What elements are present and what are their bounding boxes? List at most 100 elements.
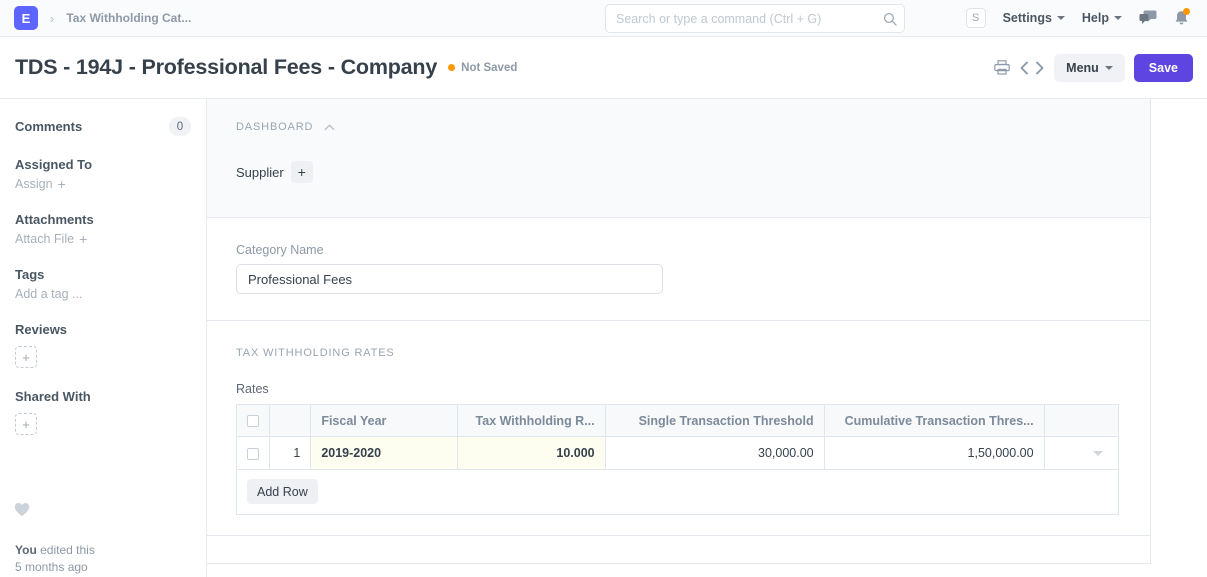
save-button[interactable]: Save (1134, 54, 1193, 82)
add-row-container: Add Row (236, 470, 1119, 515)
row-index-header (270, 405, 311, 437)
category-name-label: Category Name (236, 243, 1121, 257)
last-edited-info: You edited this 5 months ago (15, 542, 95, 577)
main-area: Comments 0 Assigned To Assign + Attachme… (0, 99, 1207, 577)
row-select-cell (237, 437, 270, 470)
chat-icon (1139, 10, 1157, 26)
row-checkbox[interactable] (247, 448, 259, 460)
notification-badge-dot (1183, 8, 1190, 15)
breadcrumb-item[interactable]: Tax Withholding Cat... (66, 11, 191, 25)
category-section: Category Name (207, 218, 1151, 321)
help-label: Help (1082, 11, 1109, 25)
tax-withholding-rates-section: TAX WITHHOLDING RATES Rates Fiscal Year … (207, 321, 1151, 536)
column-header-actions (1044, 405, 1118, 437)
previous-record-button[interactable] (1019, 61, 1030, 75)
plus-icon: + (79, 232, 87, 246)
column-header-fiscal-year[interactable]: Fiscal Year (311, 405, 458, 437)
next-record-button[interactable] (1034, 61, 1045, 75)
last-edited-time: 5 months ago (15, 560, 88, 574)
add-review-button[interactable]: + (15, 346, 37, 368)
reviews-label: Reviews (15, 322, 191, 337)
comments-count-badge: 0 (169, 117, 191, 136)
printer-icon (994, 60, 1010, 75)
chevron-down-icon (1105, 66, 1113, 70)
settings-menu[interactable]: Settings (1003, 11, 1065, 25)
help-menu[interactable]: Help (1082, 11, 1122, 25)
chevron-up-icon[interactable] (324, 122, 335, 133)
last-edited-action: edited this (37, 543, 95, 557)
cell-fiscal-year[interactable]: 2019-2020 (311, 437, 458, 470)
chevron-down-icon (1057, 16, 1065, 20)
breadcrumb-separator-icon: › (48, 12, 56, 25)
titlebar-actions: Menu Save (994, 54, 1193, 82)
cell-single-transaction-threshold[interactable]: 30,000.00 (605, 437, 824, 470)
sidebar-section-attachments: Attachments Attach File + (15, 212, 191, 246)
table-header-row: Fiscal Year Tax Withholding R... Single … (237, 405, 1119, 437)
select-all-checkbox[interactable] (247, 415, 259, 427)
menu-button[interactable]: Menu (1054, 54, 1125, 82)
last-edited-user: You (15, 543, 37, 557)
like-button[interactable] (14, 502, 30, 522)
sidebar-section-reviews: Reviews + (15, 322, 191, 368)
dashboard-section-label: DASHBOARD (236, 121, 313, 133)
assign-label: Assign (15, 177, 53, 191)
column-header-cumulative-transaction-threshold[interactable]: Cumulative Transaction Thres... (824, 405, 1044, 437)
status-dot-icon (448, 64, 455, 71)
row-expand-chevron-down-icon[interactable] (1093, 451, 1103, 456)
dashboard-section: DASHBOARD Supplier + (207, 99, 1151, 218)
status-badge: Not Saved (448, 62, 517, 74)
sidebar-section-shared-with: Shared With + (15, 389, 191, 435)
tags-label: Tags (15, 267, 191, 282)
row-expand-cell (1044, 437, 1118, 470)
search-input[interactable] (605, 4, 905, 33)
navbar-left: E › Tax Withholding Cat... (14, 6, 191, 30)
chevron-down-icon (1114, 16, 1122, 20)
menu-button-label: Menu (1066, 61, 1099, 75)
avatar[interactable]: S (966, 8, 986, 28)
supplier-field: Supplier + (236, 161, 1121, 183)
heart-icon (14, 502, 30, 517)
page-titlebar: TDS - 194J - Professional Fees - Company… (0, 37, 1207, 99)
row-index-cell: 1 (270, 437, 311, 470)
rates-table: Fiscal Year Tax Withholding R... Single … (236, 404, 1119, 470)
section-spacer (207, 536, 1151, 564)
dashboard-section-header[interactable]: DASHBOARD (236, 121, 1121, 133)
print-button[interactable] (994, 60, 1010, 75)
sidebar-section-tags: Tags Add a tag ... (15, 267, 191, 301)
add-share-button[interactable]: + (15, 413, 37, 435)
rates-grid-label: Rates (236, 382, 1121, 396)
comments-label: Comments (15, 119, 82, 134)
chevron-left-icon (1019, 61, 1030, 75)
page-title: TDS - 194J - Professional Fees - Company (15, 55, 437, 80)
plus-icon: + (58, 177, 66, 191)
cell-tax-withholding-rate[interactable]: 10.000 (457, 437, 605, 470)
table-row[interactable]: 1 2019-2020 10.000 30,000.00 1,50,000.00 (237, 437, 1119, 470)
notifications-button[interactable] (1174, 10, 1189, 27)
form-sidebar: Comments 0 Assigned To Assign + Attachme… (0, 99, 207, 577)
select-all-header (237, 405, 270, 437)
chat-button[interactable] (1139, 10, 1157, 26)
record-navigation (1019, 61, 1045, 75)
form-content: DASHBOARD Supplier + Category Name TAX W… (207, 99, 1207, 577)
column-header-single-transaction-threshold[interactable]: Single Transaction Threshold (605, 405, 824, 437)
top-navbar: E › Tax Withholding Cat... S Settings He… (0, 0, 1207, 37)
sidebar-section-comments[interactable]: Comments 0 (15, 117, 191, 136)
add-supplier-button[interactable]: + (291, 161, 313, 183)
rates-section-label: TAX WITHHOLDING RATES (236, 347, 1121, 359)
attach-file-label: Attach File (15, 232, 74, 246)
app-logo[interactable]: E (14, 6, 38, 30)
column-header-tax-withholding-rate[interactable]: Tax Withholding R... (457, 405, 605, 437)
status-badge-label: Not Saved (461, 62, 517, 74)
assign-button[interactable]: Assign + (15, 177, 191, 191)
supplier-label: Supplier (236, 165, 284, 180)
sidebar-section-assigned-to: Assigned To Assign + (15, 157, 191, 191)
add-tag-input[interactable]: Add a tag ... (15, 287, 191, 301)
category-name-input[interactable] (236, 264, 663, 294)
attachments-label: Attachments (15, 212, 191, 227)
chevron-right-icon (1034, 61, 1045, 75)
assigned-to-label: Assigned To (15, 157, 191, 172)
attach-file-button[interactable]: Attach File + (15, 232, 191, 246)
settings-label: Settings (1003, 11, 1052, 25)
cell-cumulative-transaction-threshold[interactable]: 1,50,000.00 (824, 437, 1044, 470)
add-row-button[interactable]: Add Row (247, 479, 318, 504)
